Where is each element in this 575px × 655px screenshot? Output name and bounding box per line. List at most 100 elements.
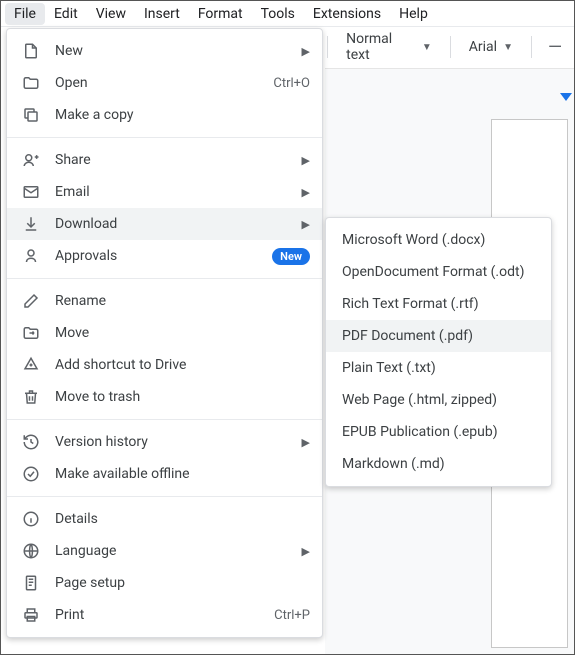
menu-item-label: Download bbox=[55, 216, 288, 232]
menu-item-label: New bbox=[55, 43, 288, 59]
chevron-right-icon: ▶ bbox=[302, 186, 310, 199]
file-menu-version-history[interactable]: Version history ▶ bbox=[7, 426, 322, 458]
file-menu-download[interactable]: Download ▶ bbox=[7, 208, 322, 240]
download-option-pdf[interactable]: PDF Document (.pdf) bbox=[326, 320, 551, 352]
menubar: File Edit View Insert Format Tools Exten… bbox=[1, 1, 574, 27]
new-badge: New bbox=[272, 248, 310, 265]
toolbar-divider bbox=[531, 36, 532, 58]
menu-help[interactable]: Help bbox=[390, 3, 437, 25]
trash-icon bbox=[21, 387, 41, 407]
menu-tools[interactable]: Tools bbox=[252, 3, 304, 25]
approvals-icon bbox=[21, 246, 41, 266]
menu-item-label: PDF Document (.pdf) bbox=[342, 328, 535, 344]
menu-item-label: Page setup bbox=[55, 575, 310, 591]
pencil-icon bbox=[21, 291, 41, 311]
menu-item-label: Print bbox=[55, 607, 260, 623]
file-menu-share[interactable]: Share ▶ bbox=[7, 144, 322, 176]
file-menu-language[interactable]: Language ▶ bbox=[7, 535, 322, 567]
file-menu-move-to-trash[interactable]: Move to trash bbox=[7, 381, 322, 413]
file-menu-make-offline[interactable]: Make available offline bbox=[7, 458, 322, 490]
folder-icon bbox=[21, 73, 41, 93]
chevron-right-icon: ▶ bbox=[302, 218, 310, 231]
menu-item-label: Rich Text Format (.rtf) bbox=[342, 296, 535, 312]
download-submenu: Microsoft Word (.docx) OpenDocument Form… bbox=[325, 217, 552, 487]
download-option-epub[interactable]: EPUB Publication (.epub) bbox=[326, 416, 551, 448]
file-menu-rename[interactable]: Rename bbox=[7, 285, 322, 317]
menu-separator bbox=[7, 496, 322, 497]
file-menu-print[interactable]: Print Ctrl+P bbox=[7, 599, 322, 631]
menu-separator bbox=[7, 137, 322, 138]
ruler[interactable] bbox=[341, 93, 574, 113]
menu-view[interactable]: View bbox=[87, 3, 135, 25]
menu-extensions[interactable]: Extensions bbox=[304, 3, 390, 25]
page-setup-icon bbox=[21, 573, 41, 593]
print-icon bbox=[21, 605, 41, 625]
menu-item-label: Move to trash bbox=[55, 389, 310, 405]
file-menu-new[interactable]: New ▶ bbox=[7, 35, 322, 67]
copy-icon bbox=[21, 105, 41, 125]
menu-item-label: Language bbox=[55, 543, 288, 559]
menu-item-label: Email bbox=[55, 184, 288, 200]
file-menu-page-setup[interactable]: Page setup bbox=[7, 567, 322, 599]
history-icon bbox=[21, 432, 41, 452]
font-label: Arial bbox=[469, 39, 497, 55]
decrease-font-size-button[interactable]: — bbox=[544, 37, 566, 58]
file-menu-make-copy[interactable]: Make a copy bbox=[7, 99, 322, 131]
file-menu-details[interactable]: Details bbox=[7, 503, 322, 535]
menu-item-label: Approvals bbox=[55, 248, 258, 264]
download-option-txt[interactable]: Plain Text (.txt) bbox=[326, 352, 551, 384]
drive-shortcut-icon bbox=[21, 355, 41, 375]
menu-item-label: Move bbox=[55, 325, 310, 341]
menu-edit[interactable]: Edit bbox=[45, 3, 87, 25]
menu-item-label: Make available offline bbox=[55, 466, 310, 482]
chevron-right-icon: ▶ bbox=[302, 45, 310, 58]
menu-item-label: Rename bbox=[55, 293, 310, 309]
menu-item-label: Details bbox=[55, 511, 310, 527]
download-option-odt[interactable]: OpenDocument Format (.odt) bbox=[326, 256, 551, 288]
menu-separator bbox=[7, 419, 322, 420]
menu-format[interactable]: Format bbox=[189, 3, 252, 25]
caret-down-icon: ▼ bbox=[503, 42, 513, 53]
chevron-right-icon: ▶ bbox=[302, 154, 310, 167]
menu-item-shortcut: Ctrl+P bbox=[274, 608, 310, 623]
toolbar-divider bbox=[450, 36, 451, 58]
download-option-rtf[interactable]: Rich Text Format (.rtf) bbox=[326, 288, 551, 320]
menu-item-label: Plain Text (.txt) bbox=[342, 360, 535, 376]
download-option-docx[interactable]: Microsoft Word (.docx) bbox=[326, 224, 551, 256]
menu-file[interactable]: File bbox=[5, 3, 45, 25]
move-icon bbox=[21, 323, 41, 343]
file-menu-email[interactable]: Email ▶ bbox=[7, 176, 322, 208]
menu-item-label: Microsoft Word (.docx) bbox=[342, 232, 535, 248]
download-icon bbox=[21, 214, 41, 234]
caret-down-icon: ▼ bbox=[422, 42, 432, 53]
file-menu-move[interactable]: Move bbox=[7, 317, 322, 349]
menu-item-label: EPUB Publication (.epub) bbox=[342, 424, 535, 440]
menu-item-label: Share bbox=[55, 152, 288, 168]
offline-icon bbox=[21, 464, 41, 484]
document-icon bbox=[21, 41, 41, 61]
file-menu: New ▶ Open Ctrl+O Make a copy Share ▶ Em… bbox=[6, 28, 323, 638]
font-select[interactable]: Arial ▼ bbox=[463, 35, 519, 59]
menu-insert[interactable]: Insert bbox=[135, 3, 189, 25]
menu-item-shortcut: Ctrl+O bbox=[273, 76, 310, 91]
share-icon bbox=[21, 150, 41, 170]
file-menu-add-shortcut[interactable]: Add shortcut to Drive bbox=[7, 349, 322, 381]
download-option-html[interactable]: Web Page (.html, zipped) bbox=[326, 384, 551, 416]
menu-item-label: Web Page (.html, zipped) bbox=[342, 392, 535, 408]
file-menu-open[interactable]: Open Ctrl+O bbox=[7, 67, 322, 99]
paragraph-style-select[interactable]: Normal text ▼ bbox=[340, 27, 438, 67]
paragraph-style-label: Normal text bbox=[346, 31, 416, 63]
menu-item-label: OpenDocument Format (.odt) bbox=[342, 264, 535, 280]
email-icon bbox=[21, 182, 41, 202]
download-option-md[interactable]: Markdown (.md) bbox=[326, 448, 551, 480]
menu-separator bbox=[7, 278, 322, 279]
file-menu-approvals[interactable]: Approvals New bbox=[7, 240, 322, 272]
menu-item-label: Version history bbox=[55, 434, 288, 450]
menu-item-label: Open bbox=[55, 75, 259, 91]
menu-item-label: Add shortcut to Drive bbox=[55, 357, 310, 373]
menu-item-label: Markdown (.md) bbox=[342, 456, 535, 472]
chevron-right-icon: ▶ bbox=[302, 545, 310, 558]
toolbar-divider bbox=[327, 36, 328, 58]
globe-icon bbox=[21, 541, 41, 561]
info-icon bbox=[21, 509, 41, 529]
